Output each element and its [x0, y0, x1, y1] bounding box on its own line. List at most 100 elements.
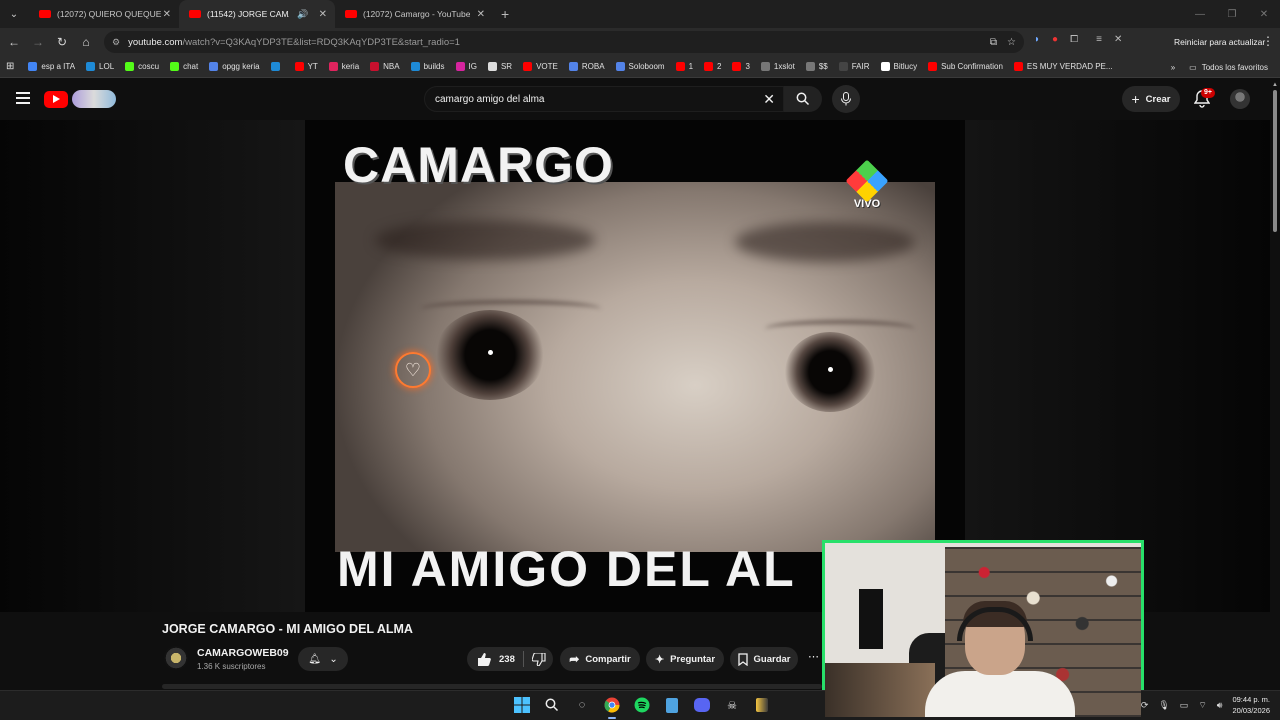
tab-title: (11542) JORGE CAMARGO [207, 9, 289, 19]
create-button[interactable]: + Crear [1122, 86, 1180, 112]
bookmark-star-icon[interactable]: ☆ [1007, 37, 1016, 48]
bookmark-item[interactable]: opgg keria [209, 62, 260, 71]
speaker-icon[interactable]: 🔊 [297, 9, 308, 20]
bookmark-item[interactable]: ROBA [568, 62, 605, 71]
reload-icon[interactable]: ↻ [50, 35, 74, 49]
browser-tab[interactable]: (12072) QUIERO QUEQUE 👾 # ✕ [29, 0, 179, 28]
bookmark-item[interactable]: IG [455, 62, 477, 71]
bookmark-item[interactable]: builds [410, 62, 445, 71]
bookmark-icon [737, 652, 748, 666]
browser-tab-active[interactable]: (11542) JORGE CAMARGO 🔊 ✕ [179, 0, 335, 28]
bookmark-item[interactable]: 3 [732, 62, 750, 71]
close-tab-icon[interactable]: ✕ [163, 9, 171, 20]
more-bookmarks-icon[interactable]: » [1171, 63, 1175, 72]
clear-search-icon[interactable]: ✕ [763, 91, 775, 108]
spotify-icon[interactable] [632, 695, 652, 715]
thumbs-down-icon[interactable] [531, 652, 546, 666]
scrollbar-thumb[interactable] [1273, 90, 1277, 232]
save-button[interactable]: Guardar [730, 647, 798, 671]
game-launcher-icon[interactable]: ☠ [722, 695, 742, 715]
menu-icon[interactable] [16, 92, 30, 104]
bookmark-item[interactable]: Soloboom [615, 62, 665, 71]
all-bookmarks-folder[interactable]: ▭ Todos los favoritos [1189, 63, 1268, 72]
minimize-icon[interactable]: — [1184, 9, 1216, 20]
back-icon[interactable]: ← [2, 35, 26, 49]
apps-grid-icon[interactable]: ⊞ [6, 61, 14, 72]
bookmark-item[interactable]: coscu [125, 62, 159, 71]
app-icon[interactable]: ◌ [572, 695, 592, 715]
install-app-icon[interactable]: ⧉ [990, 37, 997, 48]
bookmark-item[interactable]: 2 [704, 62, 721, 71]
maximize-icon[interactable]: ❐ [1216, 9, 1248, 20]
search-input[interactable]: camargo amigo del alma ✕ [424, 86, 784, 112]
bookmark-item[interactable]: NBA [370, 62, 400, 71]
site-info-icon[interactable]: ⚙ [112, 37, 120, 48]
channel-avatar[interactable] [164, 646, 188, 670]
profile-icon[interactable]: ✕ [1114, 34, 1122, 45]
bookmark-item[interactable]: 1 [675, 62, 694, 71]
bookmark-item[interactable]: LOL [86, 62, 114, 71]
bookmark-item[interactable]: 1xslot [760, 62, 795, 71]
channel-name[interactable]: CAMARGOWEB09 [197, 647, 289, 659]
clock[interactable]: 09:44 p. m. 20/03/2026 [1232, 694, 1270, 716]
scroll-up-icon[interactable]: ▲ [1272, 82, 1278, 88]
close-tab-icon[interactable]: ✕ [477, 9, 485, 20]
video-overlay-subtitle: MI AMIGO DEL AL [337, 541, 796, 597]
extensions-puzzle-icon[interactable]: ⧠ [1070, 34, 1078, 45]
bookmark-item[interactable]: YT [294, 62, 318, 71]
video-player[interactable]: CAMARGO VIVO ♡ MI AMIGO DEL AL [0, 120, 1270, 612]
more-actions-icon[interactable]: ⋯ [808, 650, 819, 663]
video-frame[interactable]: CAMARGO VIVO ♡ MI AMIGO DEL AL [305, 120, 965, 612]
microphone-icon[interactable]: 🎙︎ [1158, 700, 1169, 711]
extension-icon[interactable]: ● [1052, 34, 1058, 45]
bookmark-label: VOTE [536, 62, 558, 71]
tray-app-icon[interactable]: ⟳ [1141, 700, 1149, 711]
browser-menu-icon[interactable]: ⋮ [1262, 34, 1274, 48]
home-icon[interactable]: ⌂ [74, 35, 98, 49]
discord-icon[interactable] [692, 695, 712, 715]
tab-search-button[interactable]: ⌄ [3, 3, 25, 25]
bookmark-item[interactable] [270, 62, 284, 71]
bookmark-item[interactable]: VOTE [523, 62, 558, 71]
new-tab-icon[interactable]: + [501, 6, 509, 22]
browser-tab[interactable]: (12072) Camargo - YouTube ✕ [335, 0, 493, 28]
bookmark-label: 1 [688, 62, 694, 71]
chrome-icon[interactable] [602, 695, 622, 719]
account-avatar[interactable] [1230, 89, 1250, 109]
bookmark-item[interactable]: $$ [805, 62, 828, 71]
bookmark-item[interactable]: FAIR [838, 62, 870, 71]
youtube-logo[interactable] [44, 88, 118, 110]
bookmark-item[interactable]: SR [487, 62, 512, 71]
ask-button[interactable]: ✦ Preguntar [646, 647, 724, 671]
volume-icon[interactable]: 🔊︎ [1217, 700, 1223, 711]
bookmark-favicon-icon [880, 62, 890, 71]
search-button[interactable] [784, 86, 822, 112]
bookmark-item[interactable]: chat [170, 62, 198, 71]
bookmark-item[interactable]: keria [328, 62, 359, 71]
wifi-icon[interactable]: ⌔ [1198, 700, 1206, 711]
like-button[interactable]: 238 [477, 652, 515, 666]
page-scrollbar[interactable]: ▲ [1270, 78, 1280, 690]
reading-list-icon[interactable]: ≡ [1096, 34, 1102, 45]
app-icon[interactable] [752, 695, 772, 715]
bookmark-label: coscu [138, 62, 160, 71]
close-tab-icon[interactable]: ✕ [319, 9, 327, 20]
voice-search-button[interactable] [832, 85, 860, 113]
url-input[interactable]: ⚙ youtube.com /watch?v=Q3KAqYDP3TE&list=… [104, 31, 1024, 53]
bookmark-item[interactable]: esp a ITA [28, 62, 75, 71]
forward-icon[interactable]: → [26, 35, 50, 49]
display-icon[interactable]: ▭ [1180, 700, 1189, 711]
notepad-icon[interactable] [662, 695, 682, 715]
share-label: Compartir [585, 653, 631, 665]
subscription-bell-button[interactable]: 🔔︎ ⌄ [298, 647, 348, 671]
bookmark-item[interactable]: ES MUY VERDAD PE... [1013, 62, 1113, 71]
bookmark-item[interactable]: Bitlucy [880, 62, 917, 71]
extension-icon[interactable]: ◗ [1034, 34, 1040, 45]
restart-update-button[interactable]: Reiniciar para actualizar [1168, 33, 1271, 51]
bookmark-label: IG [468, 62, 477, 71]
close-window-icon[interactable]: ✕ [1248, 9, 1280, 20]
share-button[interactable]: ➦ Compartir [560, 647, 640, 671]
bookmark-item[interactable]: Sub Confirmation [928, 62, 1003, 71]
search-icon[interactable] [542, 695, 562, 715]
windows-start-icon[interactable] [512, 695, 532, 715]
